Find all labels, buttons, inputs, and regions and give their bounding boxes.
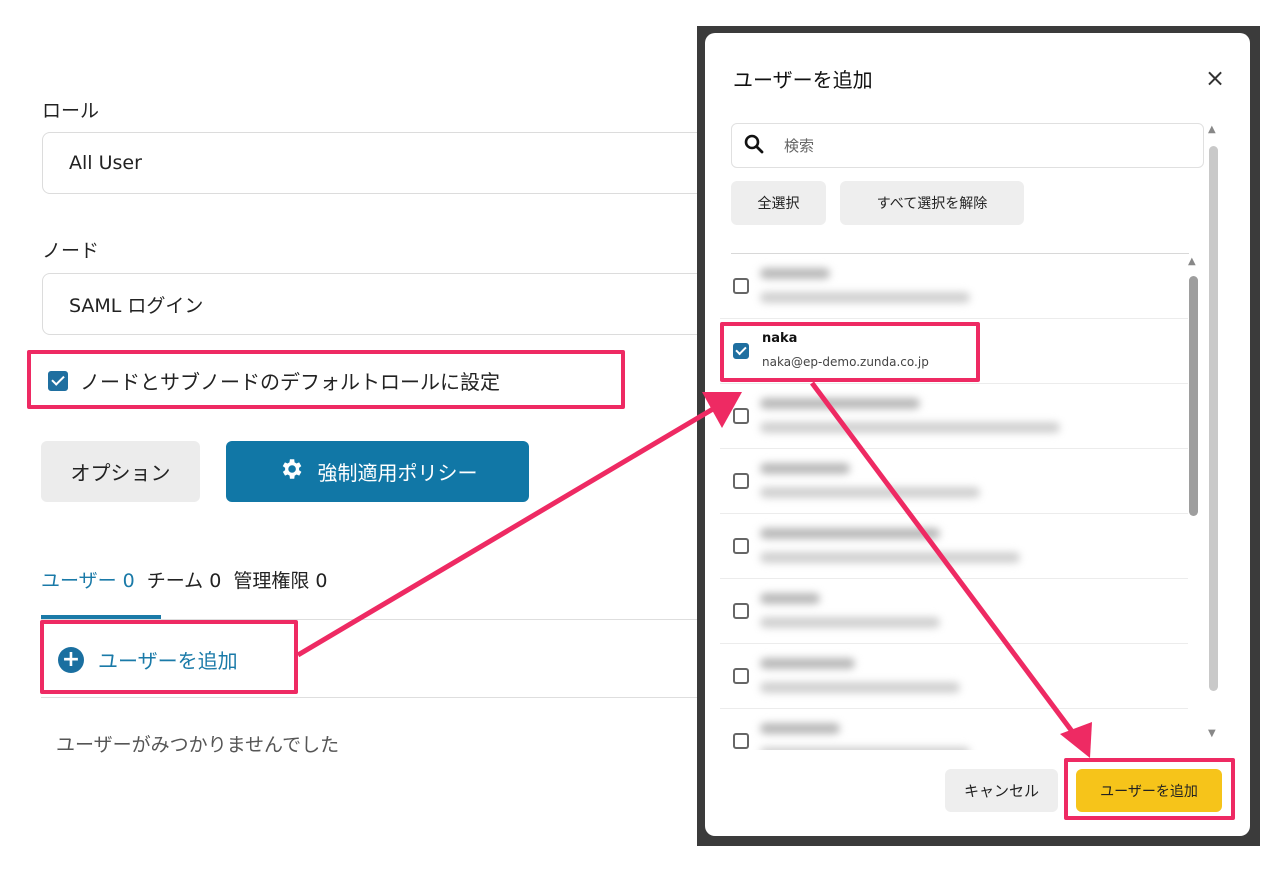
redacted-email [760,682,960,693]
divider [41,697,731,698]
select-all-button[interactable]: 全選択 [731,181,826,225]
list-item[interactable] [720,579,1188,644]
redacted-email [760,617,940,628]
tab-users[interactable]: ユーザー 0 [41,566,135,593]
enforcement-policy-button-label: 強制適用ポリシー [317,461,478,485]
list-item[interactable] [720,254,1188,319]
redacted-name [760,398,920,409]
add-user-link[interactable]: + ユーザーを追加 [58,645,238,674]
enforcement-policy-button[interactable]: 強制適用ポリシー [226,441,529,502]
user-checkbox[interactable] [733,408,749,424]
search-input[interactable] [782,135,1166,156]
empty-users-message: ユーザーがみつかりませんでした [56,734,340,756]
list-item[interactable] [720,514,1188,579]
default-role-checkbox[interactable] [48,370,68,391]
highlight-box-naka [720,322,980,382]
outer-scrollbar[interactable] [1209,146,1218,691]
cancel-button[interactable]: キャンセル [945,769,1058,812]
search-box[interactable] [731,123,1204,168]
default-role-checkbox-label: ノードとサブノードのデフォルトロールに設定 [80,370,500,394]
redacted-name [760,268,830,279]
redacted-email [760,552,1020,563]
redacted-email [760,487,980,498]
list-item[interactable] [720,644,1188,709]
redacted-name [760,528,940,539]
outer-scroll-up-icon[interactable]: ▲ [1208,124,1216,135]
tab-bar: ユーザー 0 チーム 0 管理権限 0 [41,566,327,593]
user-checkbox[interactable] [733,668,749,684]
node-value: SAML ログイン [69,294,204,317]
list-scrollbar-thumb[interactable] [1189,276,1198,516]
list-item[interactable] [720,449,1188,514]
deselect-all-button-label: すべて選択を解除 [876,196,988,212]
add-user-link-label: ユーザーを追加 [98,649,238,673]
redacted-name [760,463,850,474]
redacted-name [760,593,820,604]
plus-circle-icon: + [58,646,84,673]
default-role-checkbox-row[interactable]: ノードとサブノードのデフォルトロールに設定 [48,366,500,395]
dialog-title: ユーザーを追加 [733,68,873,92]
options-button-label: オプション [70,461,171,485]
list-item[interactable] [720,384,1188,449]
list-item[interactable] [720,709,1188,750]
redacted-email [760,747,970,750]
role-label: ロール [42,100,100,122]
tab-admin-rights[interactable]: 管理権限 0 [233,566,327,593]
gear-icon [278,456,304,487]
options-button[interactable]: オプション [41,441,200,502]
redacted-name [760,658,855,669]
user-checkbox[interactable] [733,538,749,554]
deselect-all-button[interactable]: すべて選択を解除 [840,181,1024,225]
select-all-button-label: 全選択 [757,196,800,212]
search-icon [744,134,764,158]
redacted-email [760,292,970,303]
user-checkbox[interactable] [733,278,749,294]
list-scroll-up-icon[interactable]: ▲ [1188,256,1196,267]
user-checkbox[interactable] [733,473,749,489]
cancel-button-label: キャンセル [963,782,1039,800]
role-value: All User [69,152,142,174]
outer-scroll-down-icon[interactable]: ▼ [1208,728,1216,739]
close-icon[interactable]: × [1205,64,1225,92]
redacted-email [760,422,1060,433]
role-field[interactable]: All User [42,132,722,194]
redacted-name [760,723,840,734]
tab-teams[interactable]: チーム 0 [147,566,222,593]
node-label: ノード [42,240,100,262]
highlight-box-confirm [1064,758,1235,820]
user-checkbox[interactable] [733,603,749,619]
user-checkbox[interactable] [733,733,749,749]
node-field[interactable]: SAML ログイン [42,273,722,335]
